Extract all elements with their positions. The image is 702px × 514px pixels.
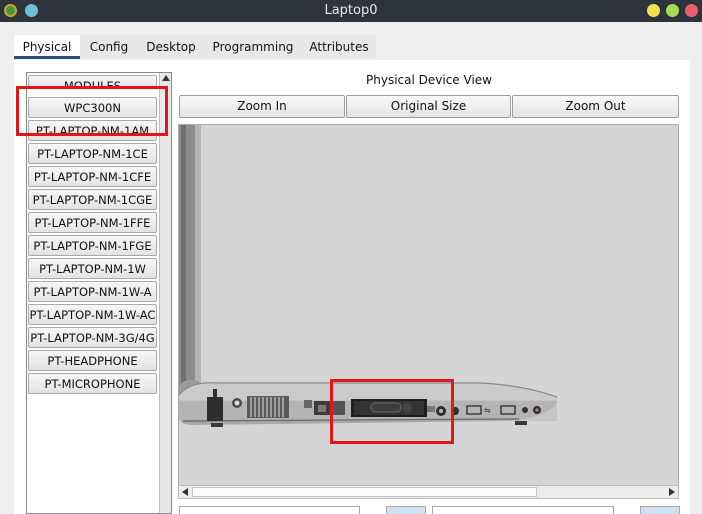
module-item[interactable]: PT-HEADPHONE (28, 350, 157, 371)
module-item[interactable]: PT-LAPTOP-NM-3G/4G (28, 327, 157, 348)
window-title: Laptop0 (324, 3, 378, 18)
device-view-canvas[interactable]: ⇋ (178, 124, 679, 499)
module-item[interactable]: PT-LAPTOP-NM-1FFE (28, 212, 157, 233)
module-item[interactable]: PT-LAPTOP-NM-1CFE (28, 166, 157, 187)
modules-header: MODULES (28, 75, 157, 89)
bottom-button[interactable] (640, 506, 680, 514)
bottom-field[interactable] (432, 506, 614, 514)
module-item[interactable]: PT-LAPTOP-NM-1W (28, 258, 157, 279)
module-item[interactable]: PT-LAPTOP-NM-1CE (28, 143, 157, 164)
bottom-button[interactable] (386, 506, 426, 514)
physical-device-view-title: Physical Device View (366, 73, 492, 87)
module-item[interactable]: PT-LAPTOP-NM-1CGE (28, 189, 157, 210)
bottom-field[interactable] (179, 506, 360, 514)
module-list[interactable]: MODULES WPC300N PT-LAPTOP-NM-1AM PT-LAPT… (26, 72, 172, 514)
tab-config[interactable]: Config (80, 35, 138, 59)
module-item[interactable]: PT-LAPTOP-NM-1FGE (28, 235, 157, 256)
zoom-out-button[interactable]: Zoom Out (512, 95, 679, 118)
module-item[interactable]: PT-MICROPHONE (28, 373, 157, 394)
scroll-left-icon[interactable] (182, 488, 188, 496)
module-item[interactable]: PT-LAPTOP-NM-1W-AC (28, 304, 157, 325)
device-view-hscrollbar[interactable] (178, 485, 679, 499)
hscroll-thumb[interactable] (192, 487, 537, 497)
vent-grille (247, 396, 289, 418)
scroll-up-icon[interactable] (162, 75, 170, 81)
module-item[interactable]: PT-LAPTOP-NM-1AM (28, 120, 157, 141)
minimize-icon[interactable] (647, 4, 660, 17)
wpc300n-card-slot[interactable] (351, 399, 427, 417)
module-item[interactable]: WPC300N (28, 97, 157, 118)
laptop-side-image: ⇋ (179, 125, 558, 427)
zoom-in-button[interactable]: Zoom In (179, 95, 345, 118)
tab-programming[interactable]: Programming (204, 35, 302, 59)
module-list-scrollbar[interactable] (159, 73, 171, 513)
original-size-button[interactable]: Original Size (346, 95, 511, 118)
title-bar: Laptop0 (0, 0, 702, 22)
tab-physical[interactable]: Physical (14, 35, 80, 59)
module-item[interactable]: PT-LAPTOP-NM-1W-A (28, 281, 157, 302)
maximize-icon[interactable] (666, 4, 679, 17)
close-icon[interactable] (685, 4, 698, 17)
svg-text:⇋: ⇋ (484, 406, 491, 415)
scroll-right-icon[interactable] (669, 488, 675, 496)
tab-attributes[interactable]: Attributes (302, 35, 376, 59)
tab-desktop[interactable]: Desktop (138, 35, 204, 59)
